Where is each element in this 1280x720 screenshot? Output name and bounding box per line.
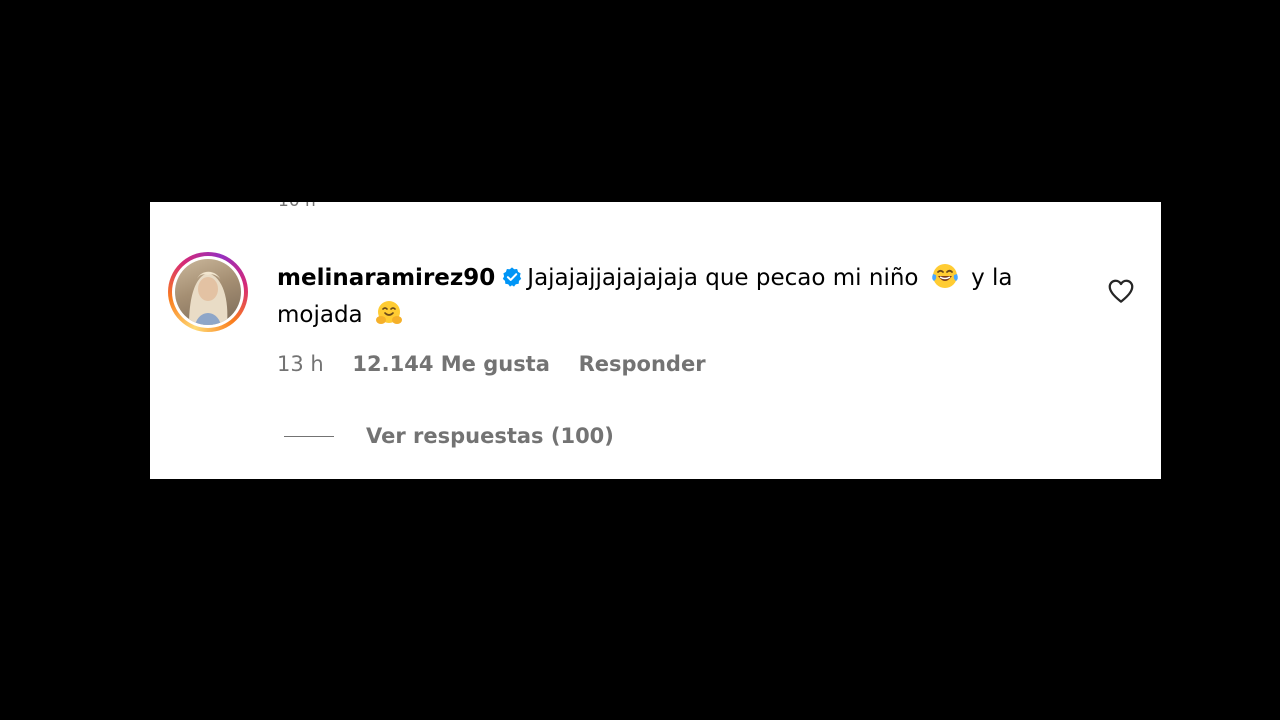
reply-button[interactable]: Responder xyxy=(579,352,706,376)
comment-body: melinaramirez90 Jajajajjajajajaja que pe… xyxy=(277,260,1097,334)
previous-comment-meta-cutoff: 10 h xyxy=(278,202,316,211)
comment-text-part1: Jajajajjajajajaja que pecao mi niño xyxy=(527,265,919,291)
comment-time: 13 h xyxy=(277,352,324,376)
like-count-button[interactable]: 12.144 Me gusta xyxy=(352,352,550,376)
comment-card: 10 h melinaramirez90 Jajajajjajajajaja q… xyxy=(150,202,1161,479)
hugging-face-emoji xyxy=(375,301,402,324)
heart-outline-icon[interactable] xyxy=(1106,276,1136,306)
verified-badge-icon xyxy=(503,267,522,287)
comment-meta: 13 h 12.144 Me gusta Responder xyxy=(277,350,728,378)
comment-username[interactable]: melinaramirez90 xyxy=(277,265,495,291)
face-with-tears-of-joy-emoji xyxy=(931,264,958,288)
view-replies-button[interactable]: Ver respuestas (100) xyxy=(284,422,614,450)
story-ring[interactable] xyxy=(168,252,248,332)
view-replies-label: Ver respuestas (100) xyxy=(366,424,614,448)
replies-divider-line xyxy=(284,435,334,437)
avatar[interactable] xyxy=(175,259,241,325)
avatar-image xyxy=(189,271,228,325)
